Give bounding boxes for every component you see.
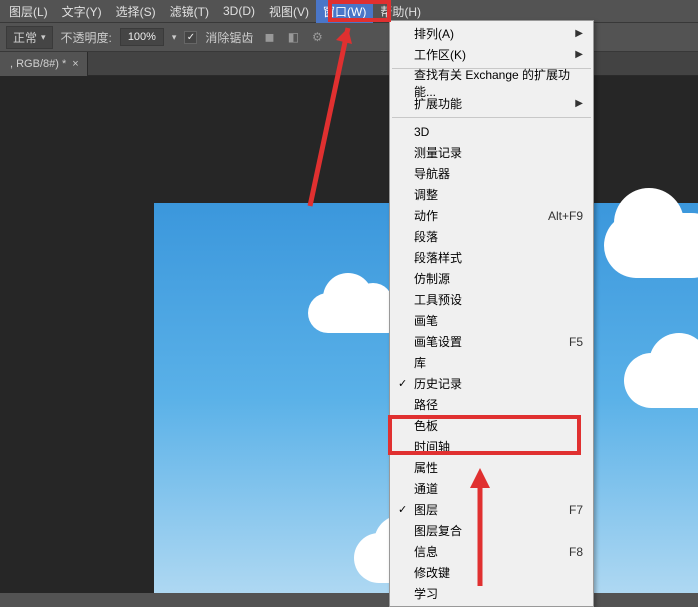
- menu-item-28[interactable]: 学习: [390, 583, 593, 604]
- menu-item-shortcut: F8: [569, 545, 583, 559]
- menu-item-9[interactable]: 调整: [390, 184, 593, 205]
- menu-item-16[interactable]: 画笔设置 F5: [390, 331, 593, 352]
- menu-item-19[interactable]: 路径: [390, 394, 593, 415]
- menu-item-15[interactable]: 画笔: [390, 310, 593, 331]
- close-icon[interactable]: ×: [72, 58, 78, 70]
- antialias-label: 消除锯齿: [205, 29, 253, 46]
- menu-item-6[interactable]: 3D: [390, 121, 593, 142]
- menu-filter[interactable]: 滤镜(T): [163, 0, 216, 23]
- menu-item-label: 工具预设: [414, 291, 462, 308]
- menu-layer[interactable]: 图层(L): [2, 0, 55, 23]
- menu-item-label: 路径: [414, 396, 438, 413]
- menu-item-3[interactable]: 查找有关 Exchange 的扩展功能...: [390, 72, 593, 93]
- cloud-shape: [624, 353, 698, 408]
- antialias-checkbox[interactable]: [184, 31, 197, 44]
- menu-item-label: 段落: [414, 228, 438, 245]
- fill-icon[interactable]: ◧: [285, 29, 301, 45]
- opacity-label: 不透明度:: [61, 29, 112, 46]
- menu-item-12[interactable]: 段落样式: [390, 247, 593, 268]
- menu-item-23[interactable]: 通道: [390, 478, 593, 499]
- menu-item-shortcut: F7: [569, 503, 583, 517]
- menu-item-label: 调整: [414, 186, 438, 203]
- menu-item-label: 色板: [414, 417, 438, 434]
- square-icon[interactable]: ◼: [261, 29, 277, 45]
- menu-item-label: 工作区(K): [414, 46, 466, 63]
- chevron-right-icon: ▶: [575, 28, 583, 39]
- menu-item-label: 排列(A): [414, 25, 454, 42]
- menu-item-18[interactable]: 历史记录: [390, 373, 593, 394]
- menu-window[interactable]: 窗口(W): [316, 0, 373, 23]
- menu-item-4[interactable]: 扩展功能 ▶: [390, 93, 593, 114]
- menu-item-label: 库: [414, 354, 426, 371]
- menu-item-10[interactable]: 动作 Alt+F9: [390, 205, 593, 226]
- menu-item-label: 通道: [414, 480, 438, 497]
- blend-mode-dropdown[interactable]: 正常 ▾: [6, 26, 53, 49]
- menu-item-22[interactable]: 属性: [390, 457, 593, 478]
- menu-item-label: 时间轴: [414, 438, 450, 455]
- menu-separator: [392, 117, 591, 118]
- menu-item-label: 图层复合: [414, 522, 462, 539]
- menu-item-17[interactable]: 库: [390, 352, 593, 373]
- menu-3d[interactable]: 3D(D): [216, 1, 262, 21]
- menu-item-11[interactable]: 段落: [390, 226, 593, 247]
- menu-item-20[interactable]: 色板: [390, 415, 593, 436]
- menu-item-label: 3D: [414, 125, 429, 139]
- menu-item-27[interactable]: 修改键: [390, 562, 593, 583]
- menu-item-label: 仿制源: [414, 270, 450, 287]
- blend-mode-value: 正常: [13, 29, 37, 46]
- caret-down-icon: ▾: [41, 32, 46, 43]
- menu-item-label: 信息: [414, 543, 438, 560]
- menu-item-label: 测量记录: [414, 144, 462, 161]
- menu-item-8[interactable]: 导航器: [390, 163, 593, 184]
- menu-item-label: 动作: [414, 207, 438, 224]
- menu-item-label: 画笔: [414, 312, 438, 329]
- menu-item-0[interactable]: 排列(A) ▶: [390, 23, 593, 44]
- document-tab[interactable]: , RGB/8#) * ×: [0, 52, 88, 76]
- menu-item-7[interactable]: 测量记录: [390, 142, 593, 163]
- menu-item-label: 学习: [414, 585, 438, 602]
- menu-item-label: 导航器: [414, 165, 450, 182]
- chevron-right-icon: ▶: [575, 98, 583, 109]
- menu-item-14[interactable]: 工具预设: [390, 289, 593, 310]
- menu-item-label: 段落样式: [414, 249, 462, 266]
- menu-item-1[interactable]: 工作区(K) ▶: [390, 44, 593, 65]
- chevron-right-icon: ▶: [575, 49, 583, 60]
- settings-icon[interactable]: ⚙: [309, 29, 325, 45]
- opacity-input[interactable]: [120, 28, 164, 46]
- window-dropdown-menu: 排列(A) ▶ 工作区(K) ▶ 查找有关 Exchange 的扩展功能... 扩展功能 ▶…: [389, 20, 594, 607]
- menu-view[interactable]: 视图(V): [262, 0, 316, 23]
- menu-item-label: 图层: [414, 501, 438, 518]
- menu-select[interactable]: 选择(S): [109, 0, 163, 23]
- menu-item-label: 历史记录: [414, 375, 462, 392]
- caret-down-icon[interactable]: ▾: [172, 32, 177, 43]
- menu-type[interactable]: 文字(Y): [55, 0, 109, 23]
- menu-item-label: 画笔设置: [414, 333, 462, 350]
- menu-item-25[interactable]: 图层复合: [390, 520, 593, 541]
- menu-item-label: 修改键: [414, 564, 450, 581]
- menu-item-shortcut: Alt+F9: [548, 209, 583, 223]
- menu-item-24[interactable]: 图层 F7: [390, 499, 593, 520]
- menu-item-label: 属性: [414, 459, 438, 476]
- menu-bar: 图层(L) 文字(Y) 选择(S) 滤镜(T) 3D(D) 视图(V) 窗口(W…: [0, 0, 698, 22]
- menu-item-13[interactable]: 仿制源: [390, 268, 593, 289]
- menu-item-label: 扩展功能: [414, 95, 462, 112]
- tab-title: , RGB/8#) *: [10, 58, 66, 70]
- cloud-shape: [604, 213, 698, 278]
- menu-item-shortcut: F5: [569, 335, 583, 349]
- menu-item-21[interactable]: 时间轴: [390, 436, 593, 457]
- menu-item-26[interactable]: 信息 F8: [390, 541, 593, 562]
